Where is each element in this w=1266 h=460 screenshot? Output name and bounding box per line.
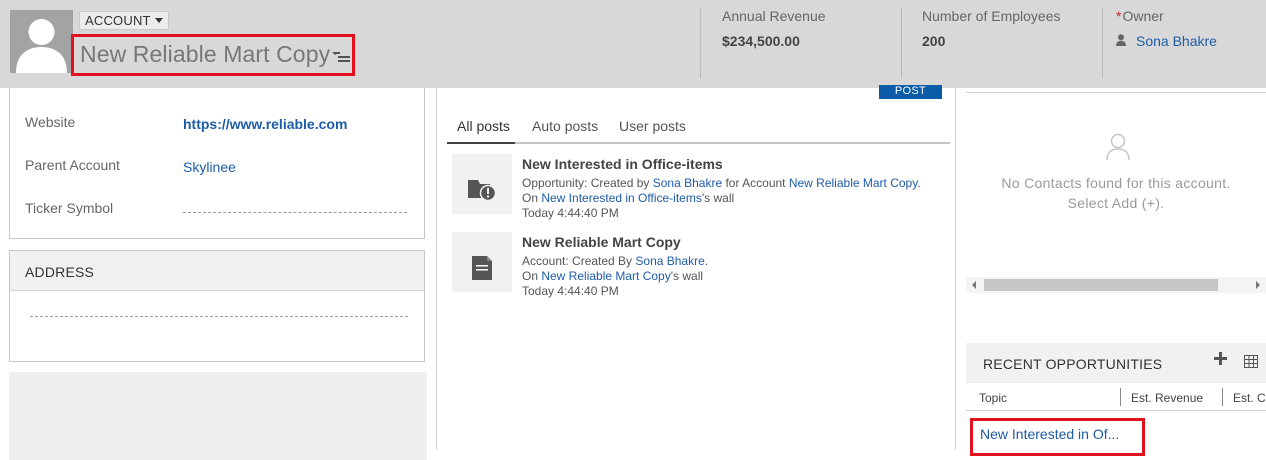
parent-account-link[interactable]: Skylinee: [183, 159, 236, 175]
tab-auto-posts[interactable]: Auto posts: [532, 118, 598, 134]
opportunity-row-highlight: New Interested in Of...: [970, 418, 1145, 456]
no-contacts-message: No Contacts found for this account. Sele…: [1001, 175, 1231, 211]
user-icon: [1116, 33, 1126, 49]
website-label: Website: [25, 114, 76, 130]
field-website: Website https://www.reliable.com: [25, 114, 410, 138]
opportunity-topic-link[interactable]: New Interested in Of...: [980, 426, 1119, 442]
post-title: New Reliable Mart Copy: [522, 234, 681, 250]
post-account-link[interactable]: New Reliable Mart Copy: [789, 176, 918, 190]
parent-account-label: Parent Account: [25, 157, 120, 173]
post-button[interactable]: POST: [879, 85, 942, 99]
scroll-right-arrow-icon[interactable]: [1256, 281, 1260, 289]
post-description: Opportunity: Created by Sona Bhakre for …: [522, 176, 921, 190]
recent-opportunities-title: RECENT OPPORTUNITIES: [983, 356, 1163, 372]
address-section-title: ADDRESS: [10, 251, 424, 291]
add-opportunity-plus-icon[interactable]: [1214, 352, 1227, 365]
post-wall-link[interactable]: New Reliable Mart Copy: [541, 269, 670, 283]
column-separator: [436, 88, 437, 450]
header-separator: [1102, 8, 1103, 78]
ticker-symbol-input[interactable]: [183, 212, 407, 213]
scroll-left-arrow-icon[interactable]: [972, 281, 976, 289]
entity-type-label: ACCOUNT: [85, 13, 151, 28]
field-parent-account: Parent Account Skylinee: [25, 157, 410, 181]
column-header-topic[interactable]: Topic: [979, 391, 1007, 405]
post-wall: On New Reliable Mart Copy's wall: [522, 269, 704, 283]
contacts-horizontal-scrollbar[interactable]: [966, 277, 1266, 293]
employees-value: 200: [922, 33, 946, 49]
column-header-est-close[interactable]: Est. Cl: [1233, 391, 1266, 405]
header-separator: [700, 8, 701, 78]
owner-value[interactable]: Sona Bhakre: [1116, 33, 1217, 49]
column-divider: [1222, 388, 1223, 406]
entity-type-selector[interactable]: ACCOUNT: [79, 11, 169, 30]
record-header: ACCOUNT New Reliable Mart Copy Annual Re…: [0, 0, 1266, 88]
column-divider: [1120, 388, 1121, 406]
post-wall-link[interactable]: New Interested in Office-items: [541, 191, 702, 205]
post-user-link[interactable]: Sona Bhakre: [653, 176, 722, 190]
form-selector-menu-icon[interactable]: [332, 52, 350, 64]
recent-opportunities-header: RECENT OPPORTUNITIES: [966, 343, 1266, 383]
post-description: Account: Created By Sona Bhakre.: [522, 254, 709, 268]
opportunity-post-icon: [452, 154, 512, 214]
owner-label: *Owner: [1116, 8, 1164, 24]
scrollbar-thumb[interactable]: [984, 279, 1218, 291]
posts-tabs: All posts Auto posts User posts: [447, 110, 950, 144]
header-field-owner: *Owner Sona Bhakre: [1116, 8, 1217, 49]
post-timestamp: Today 4:44:40 PM: [522, 206, 619, 220]
active-tab-indicator: [447, 142, 515, 144]
post-wall: On New Interested in Office-items's wall: [522, 191, 735, 205]
record-title-highlight: New Reliable Mart Copy: [71, 34, 355, 76]
contacts-subgrid: No Contacts found for this account. Sele…: [966, 92, 1266, 342]
caret-down-icon: [154, 18, 163, 24]
field-ticker-symbol: Ticker Symbol: [25, 200, 410, 224]
column-separator: [955, 88, 956, 450]
annual-revenue-value: $234,500.00: [722, 33, 800, 49]
employees-label: Number of Employees: [922, 8, 1061, 24]
account-details-section: Website https://www.reliable.com Parent …: [9, 88, 425, 239]
header-separator: [901, 8, 902, 78]
record-title: New Reliable Mart Copy: [80, 41, 331, 67]
address-section: ADDRESS: [9, 250, 425, 362]
owner-link[interactable]: Sona Bhakre: [1136, 33, 1217, 49]
grid-view-icon[interactable]: [1244, 355, 1258, 373]
column-header-est-revenue[interactable]: Est. Revenue: [1131, 391, 1203, 405]
tab-user-posts[interactable]: User posts: [619, 118, 686, 134]
header-field-number-of-employees: Number of Employees 200: [922, 8, 1061, 49]
account-avatar-icon[interactable]: [10, 10, 73, 73]
annual-revenue-label: Annual Revenue: [722, 8, 826, 24]
post-user-link[interactable]: Sona Bhakre: [635, 254, 704, 268]
address-input[interactable]: [30, 316, 408, 317]
post-body: New Reliable Mart Copy Account: Created …: [522, 234, 947, 299]
opportunities-column-headers: Topic Est. Revenue Est. Cl: [966, 383, 1266, 411]
post-title: New Interested in Office-items: [522, 156, 723, 172]
post-body: New Interested in Office-items Opportuni…: [522, 156, 947, 221]
post-timestamp: Today 4:44:40 PM: [522, 284, 619, 298]
required-mark: *: [1116, 8, 1122, 24]
left-empty-area: [9, 372, 427, 460]
header-field-annual-revenue: Annual Revenue $234,500.00: [722, 8, 826, 49]
account-post-icon: [452, 232, 512, 292]
contact-placeholder-icon: [1106, 133, 1130, 166]
tab-all-posts[interactable]: All posts: [457, 118, 510, 134]
ticker-symbol-label: Ticker Symbol: [25, 200, 114, 216]
website-link[interactable]: https://www.reliable.com: [183, 116, 347, 132]
